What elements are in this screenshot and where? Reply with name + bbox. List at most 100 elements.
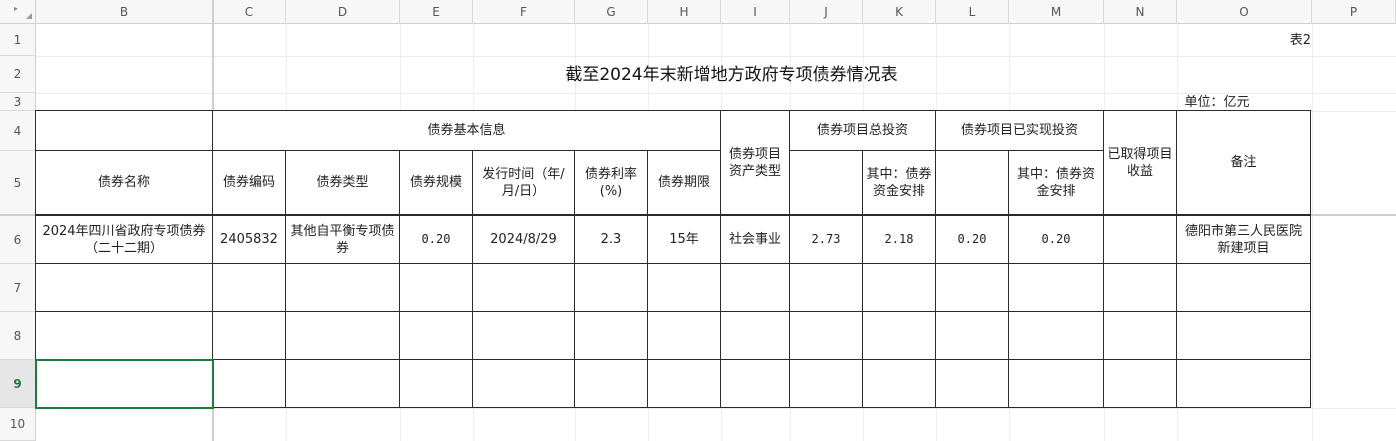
cell-asset-type[interactable]: 社会事业 [720,215,790,264]
table-cell[interactable] [285,311,400,360]
column-header-k[interactable]: K [863,0,936,24]
column-header-o[interactable]: O [1177,0,1312,24]
cell-remarks[interactable]: 德阳市第三人民医院新建项目 [1176,215,1311,264]
column-header-c[interactable]: C [213,0,286,24]
table-cell[interactable] [862,359,936,408]
table-cell[interactable] [399,263,473,312]
header-remarks[interactable]: 备注 [1176,110,1311,215]
cell-total-bond-part[interactable]: 2.18 [862,215,936,264]
header-bond-scale[interactable]: 债券规模 [399,150,473,215]
table-cell[interactable] [35,311,213,360]
column-header-g[interactable]: G [575,0,648,24]
header-asset-type[interactable]: 债券项目资产类型 [720,110,790,215]
table-cell[interactable] [1176,263,1311,312]
column-header-j[interactable]: J [790,0,863,24]
column-header-m[interactable]: M [1009,0,1104,24]
header-income[interactable]: 已取得项目收益 [1103,110,1177,215]
row-header-5[interactable]: 5 [0,151,36,215]
table-cell[interactable] [789,263,863,312]
column-header-p[interactable]: P [1312,0,1396,24]
table-cell[interactable] [574,311,648,360]
row-header-6[interactable]: 6 [0,216,36,264]
table-number[interactable]: 表2 [1265,26,1313,54]
table-cell[interactable] [1008,263,1104,312]
row-header-9[interactable]: 9 [0,360,36,408]
table-cell[interactable] [1103,311,1177,360]
cell-interest-rate[interactable]: 2.3 [574,215,648,264]
column-header-d[interactable]: D [286,0,400,24]
table-cell[interactable] [862,263,936,312]
table-cell[interactable] [647,359,721,408]
row-header-4[interactable]: 4 [0,111,36,151]
column-header-b[interactable]: B [36,0,213,24]
column-header-i[interactable]: I [721,0,790,24]
column-header-e[interactable]: E [400,0,473,24]
row-header-1[interactable]: 1 [0,24,36,56]
table-cell[interactable] [1008,311,1104,360]
table-cell[interactable] [574,359,648,408]
header-realized-amount[interactable] [935,150,1009,215]
table-cell[interactable] [212,263,286,312]
table-cell[interactable] [1176,359,1311,408]
row-header-3[interactable]: 3 [0,93,36,111]
cell-income[interactable] [1103,215,1177,264]
cell-realized-investment[interactable]: 0.20 [935,215,1009,264]
table-cell[interactable] [399,311,473,360]
column-header-h[interactable]: H [648,0,721,24]
header-total-investment-amount[interactable] [789,150,863,215]
header-bond-name[interactable]: 债券名称 [35,150,213,215]
header-bond-type[interactable]: 债券类型 [285,150,400,215]
table-cell[interactable] [574,263,648,312]
table-cell[interactable] [935,359,1009,408]
table-cell[interactable] [472,359,575,408]
table-cell[interactable] [720,359,790,408]
column-header-f[interactable]: F [473,0,575,24]
select-all-corner[interactable]: ▸ [0,0,36,24]
cell-realized-bond-part[interactable]: 0.20 [1008,215,1104,264]
cell-bond-type[interactable]: 其他自平衡专项债券 [285,215,400,264]
cell-bond-code[interactable]: 2405832 [212,215,286,264]
header-realized-investment[interactable]: 债券项目已实现投资 [935,110,1104,151]
table-cell[interactable] [212,311,286,360]
table-cell[interactable] [285,263,400,312]
header-bond-code[interactable]: 债券编码 [212,150,286,215]
table-cell[interactable] [285,359,400,408]
column-header-l[interactable]: L [936,0,1009,24]
row-header-8[interactable]: 8 [0,312,36,360]
table-cell[interactable] [35,359,213,408]
row-header-2[interactable]: 2 [0,56,36,93]
table-cell[interactable] [35,263,213,312]
table-cell[interactable] [1103,359,1177,408]
row-header-7[interactable]: 7 [0,264,36,312]
header-bond-term[interactable]: 债券期限 [647,150,721,215]
table-cell[interactable] [472,311,575,360]
unit-label[interactable]: 单位：亿元 [1150,92,1284,112]
cell-issue-date[interactable]: 2024/8/29 [472,215,575,264]
row-header-10[interactable]: 10 [0,408,36,441]
table-cell[interactable] [789,311,863,360]
table-cell[interactable] [212,359,286,408]
table-cell[interactable] [935,311,1009,360]
cell-bond-scale[interactable]: 0.20 [399,215,473,264]
header-interest-rate[interactable]: 债券利率(%) [574,150,648,215]
header-cell-blank[interactable] [35,110,213,151]
table-cell[interactable] [647,263,721,312]
header-total-investment[interactable]: 债券项目总投资 [789,110,936,151]
header-realized-bond-part[interactable]: 其中：债券资金安排 [1008,150,1104,215]
header-basic-info[interactable]: 债券基本信息 [212,110,721,151]
table-cell[interactable] [1008,359,1104,408]
table-cell[interactable] [1103,263,1177,312]
table-cell[interactable] [472,263,575,312]
cell-bond-name[interactable]: 2024年四川省政府专项债券（二十二期） [35,215,213,264]
table-cell[interactable] [935,263,1009,312]
cell-total-investment[interactable]: 2.73 [789,215,863,264]
table-cell[interactable] [720,311,790,360]
table-cell[interactable] [399,359,473,408]
column-header-n[interactable]: N [1104,0,1177,24]
table-cell[interactable] [720,263,790,312]
table-cell[interactable] [862,311,936,360]
sheet-title[interactable]: 截至2024年末新增地方政府专项债券情况表 [286,57,1177,93]
table-cell[interactable] [647,311,721,360]
table-cell[interactable] [789,359,863,408]
header-total-bond-part[interactable]: 其中：债券资金安排 [862,150,936,215]
